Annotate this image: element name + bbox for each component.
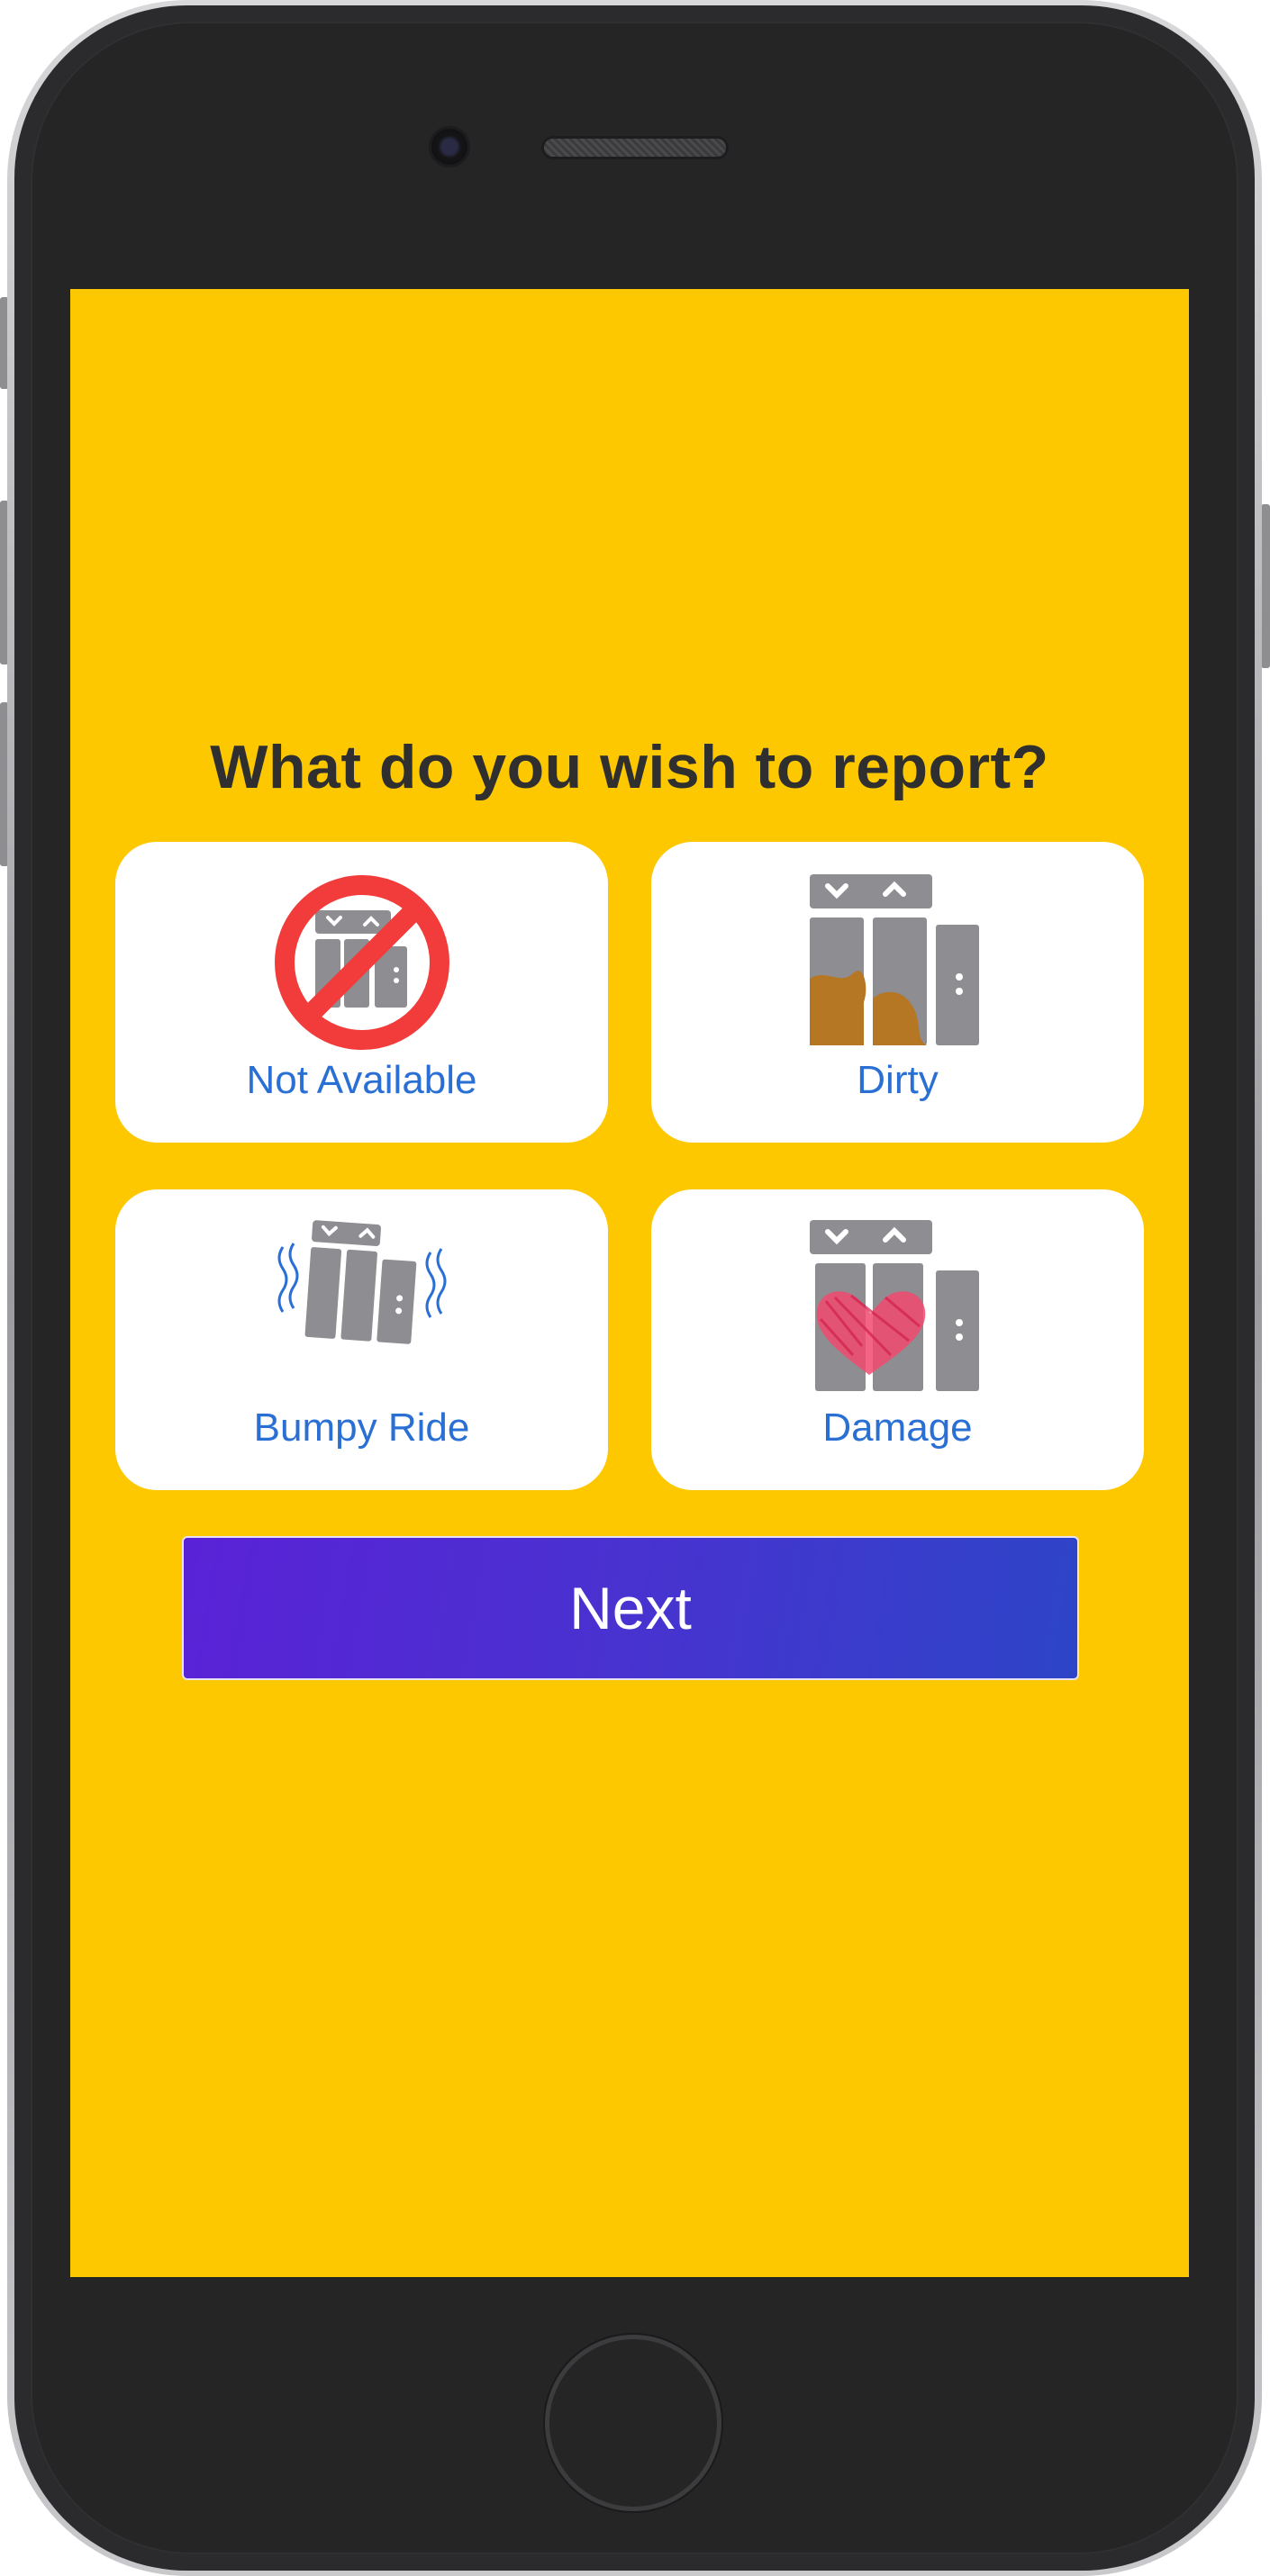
option-label: Dirty xyxy=(857,1058,939,1102)
power-button[interactable] xyxy=(1261,504,1270,668)
front-camera xyxy=(431,129,467,165)
next-button[interactable]: Next xyxy=(182,1536,1079,1680)
elevator-dirty-icon xyxy=(810,874,979,1045)
page-title: What do you wish to report? xyxy=(210,733,1049,801)
option-damage-card[interactable]: Damage xyxy=(651,1189,1144,1490)
app-screen: What do you wish to report? Not Availabl… xyxy=(70,289,1189,2277)
elevator-damage-icon xyxy=(810,1220,979,1391)
option-not-available-card[interactable]: Not Available xyxy=(115,842,608,1143)
earpiece-speaker xyxy=(544,139,726,157)
option-label: Bumpy Ride xyxy=(253,1406,470,1450)
elevator-bumpy-icon xyxy=(277,1220,447,1344)
option-bumpy-ride-card[interactable]: Bumpy Ride xyxy=(115,1189,608,1490)
option-label: Damage xyxy=(822,1406,973,1450)
option-dirty-card[interactable]: Dirty xyxy=(651,842,1144,1143)
home-button[interactable] xyxy=(545,2335,721,2511)
option-label: Not Available xyxy=(246,1058,477,1102)
elevator-unavailable-icon xyxy=(275,875,449,1050)
